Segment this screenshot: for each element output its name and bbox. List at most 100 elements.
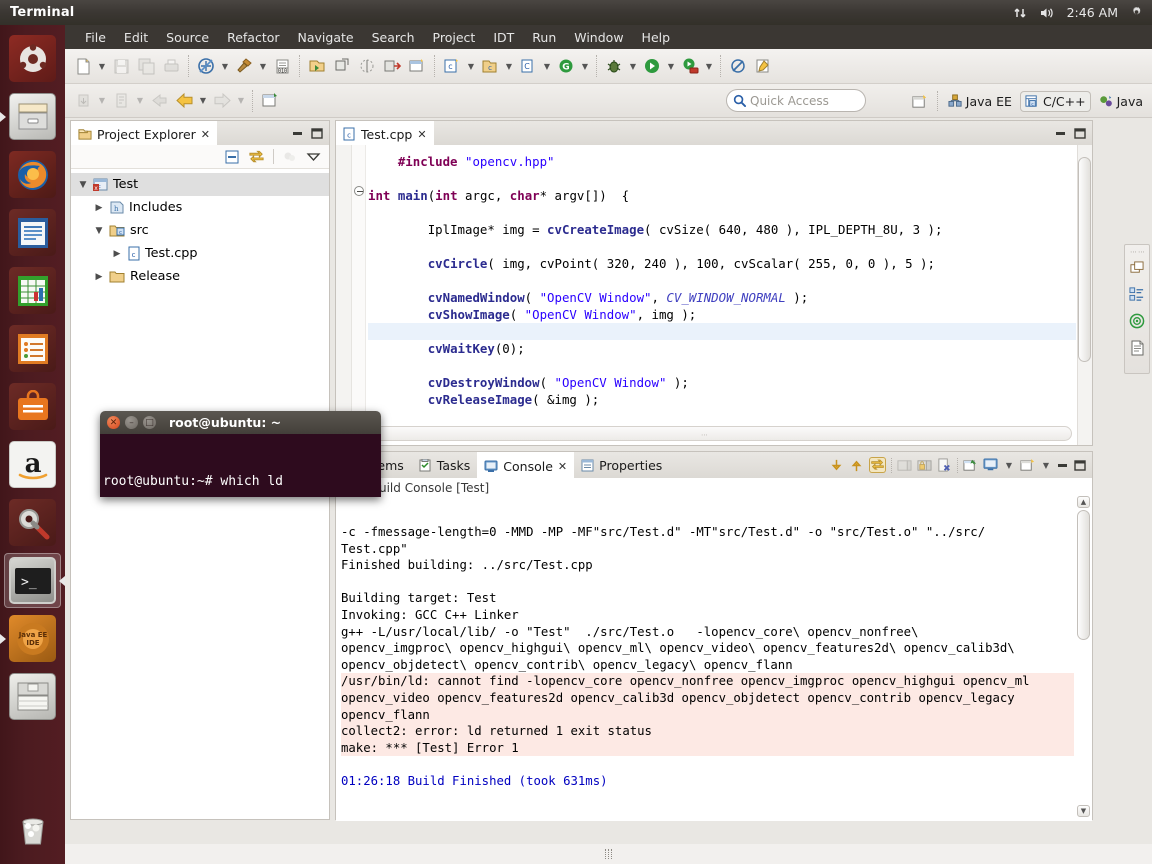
launcher-item-ubuntu-software[interactable] xyxy=(4,379,61,434)
resize-grip[interactable] xyxy=(608,849,609,859)
tree-item-includes[interactable]: ▶ h Includes xyxy=(71,196,329,219)
menu-window[interactable]: Window xyxy=(565,28,632,47)
debug-dropdown-icon[interactable]: ▼ xyxy=(627,55,639,77)
scroll-down-icon[interactable] xyxy=(829,458,844,473)
twisty-closed-icon[interactable]: ▶ xyxy=(93,272,105,282)
menu-search[interactable]: Search xyxy=(363,28,424,47)
tab-console[interactable]: Console ✕ xyxy=(477,452,575,478)
fold-collapse-icon[interactable] xyxy=(354,186,364,196)
terminal-output[interactable]: root@ubuntu:~# which ld /usr/bin/ld root… xyxy=(100,434,381,600)
edit-icon[interactable] xyxy=(751,54,775,78)
maximize-icon[interactable]: □ xyxy=(143,416,156,429)
launcher-item-files[interactable] xyxy=(4,89,61,144)
launcher-item-amazon[interactable]: a xyxy=(4,437,61,492)
document-icon[interactable] xyxy=(1130,340,1145,356)
resize-grip[interactable] xyxy=(611,849,612,859)
clock[interactable]: 2:46 AM xyxy=(1067,5,1118,20)
menu-edit[interactable]: Edit xyxy=(115,28,157,47)
quick-access-input[interactable]: Quick Access xyxy=(750,94,829,108)
launcher-item-terminal[interactable]: >_ xyxy=(4,553,61,608)
maximize-icon[interactable] xyxy=(1074,127,1086,139)
tree-item-test[interactable]: ▼ cx Test xyxy=(71,173,329,196)
console-vertical-scrollbar[interactable]: ▲ ▼ xyxy=(1077,496,1090,817)
external-tools-dropdown-icon[interactable]: ▼ xyxy=(703,55,715,77)
minimize-icon[interactable]: – xyxy=(125,416,138,429)
new-cpp-dropdown-icon[interactable]: ▼ xyxy=(503,55,515,77)
launcher-item-trash[interactable] xyxy=(4,802,61,857)
editor-vertical-scrollbar[interactable] xyxy=(1078,157,1091,419)
open-element-icon[interactable] xyxy=(305,54,329,78)
volume-icon[interactable] xyxy=(1039,6,1056,20)
display-console-icon[interactable] xyxy=(983,458,998,472)
twisty-closed-icon[interactable]: ▶ xyxy=(111,249,123,259)
scroll-up-icon[interactable] xyxy=(849,458,864,473)
tab-properties[interactable]: Properties xyxy=(574,452,669,478)
menu-file[interactable]: File xyxy=(76,28,115,47)
launcher-item-libreoffice-calc[interactable] xyxy=(4,263,61,318)
new-source-file-icon[interactable]: G xyxy=(554,54,578,78)
terminal-titlebar[interactable]: ✕ – □ root@ubuntu: ~ xyxy=(100,411,381,434)
close-icon[interactable]: ✕ xyxy=(417,128,426,141)
menu-idt[interactable]: IDT xyxy=(484,28,523,47)
new-icon[interactable] xyxy=(71,54,95,78)
open-perspective-icon[interactable] xyxy=(258,89,282,113)
new-source-dropdown-icon[interactable]: ▼ xyxy=(579,55,591,77)
target-icon[interactable] xyxy=(1129,313,1145,329)
twisty-open-icon[interactable]: ▼ xyxy=(77,180,89,190)
menu-help[interactable]: Help xyxy=(633,28,680,47)
new-class-icon[interactable]: C xyxy=(516,54,540,78)
launcher-item-libreoffice-impress[interactable] xyxy=(4,321,61,376)
console-output[interactable]: -c -fmessage-length=0 -MMD -MP -MF"src/T… xyxy=(341,524,1074,813)
new-class-dropdown-icon[interactable]: ▼ xyxy=(541,55,553,77)
close-icon[interactable]: ✕ xyxy=(107,416,120,429)
open-perspective-button[interactable] xyxy=(908,89,932,113)
maximize-icon[interactable] xyxy=(311,127,323,139)
maximize-icon[interactable] xyxy=(1074,459,1086,471)
new-cpp-class-icon[interactable]: c xyxy=(478,54,502,78)
new-console-dropdown-icon[interactable]: ▼ xyxy=(1040,454,1052,476)
debug-icon[interactable] xyxy=(602,54,626,78)
build-hammer-icon[interactable] xyxy=(232,54,256,78)
editor-horizontal-scrollbar[interactable]: ⋯ xyxy=(340,426,1072,441)
menu-navigate[interactable]: Navigate xyxy=(289,28,363,47)
back-icon[interactable] xyxy=(172,89,196,113)
build-all-icon[interactable] xyxy=(194,54,218,78)
pin-console-icon[interactable] xyxy=(963,458,978,473)
toggle-breakpoint-icon[interactable] xyxy=(330,54,354,78)
close-icon[interactable]: ✕ xyxy=(201,128,210,141)
launcher-item-libreoffice-writer[interactable] xyxy=(4,205,61,260)
minimize-icon[interactable] xyxy=(1057,460,1069,471)
drag-handle[interactable]: ⋯⋯ xyxy=(1130,248,1146,256)
tab-test-cpp[interactable]: c Test.cpp ✕ xyxy=(336,121,434,145)
build-dropdown-icon[interactable]: ▼ xyxy=(257,55,269,77)
run-icon[interactable] xyxy=(640,54,664,78)
perspective-c-cpp[interactable]: c C/C++ xyxy=(1019,90,1091,112)
new-dropdown-icon[interactable]: ▼ xyxy=(96,55,108,77)
tree-item-test-cpp[interactable]: ▶ c Test.cpp xyxy=(71,242,329,265)
tab-project-explorer[interactable]: Project Explorer ✕ xyxy=(71,121,218,145)
launcher-item-system-settings[interactable] xyxy=(4,495,61,550)
view-menu-icon[interactable] xyxy=(306,151,321,163)
new-c-dropdown-icon[interactable]: ▼ xyxy=(465,55,477,77)
skip-breakpoints-icon[interactable] xyxy=(726,54,750,78)
binary-icon[interactable]: 010 xyxy=(270,54,294,78)
resize-grip[interactable] xyxy=(605,849,606,859)
export-icon[interactable] xyxy=(380,54,404,78)
new-console-icon[interactable] xyxy=(1020,458,1035,473)
restore-icon[interactable] xyxy=(1130,261,1144,275)
tree-item-release[interactable]: ▶ Release xyxy=(71,265,329,288)
back-dropdown-icon[interactable]: ▼ xyxy=(197,90,209,112)
run-dropdown-icon[interactable]: ▼ xyxy=(665,55,677,77)
minimize-icon[interactable] xyxy=(1055,128,1067,139)
editor-code[interactable]: #include "opencv.hpp" int main(int argc,… xyxy=(368,145,1076,445)
minimize-icon[interactable] xyxy=(292,128,304,139)
quick-access-box[interactable]: Quick Access xyxy=(726,89,866,112)
menu-run[interactable]: Run xyxy=(523,28,565,47)
menu-refactor[interactable]: Refactor xyxy=(218,28,288,47)
terminal-window[interactable]: ✕ – □ root@ubuntu: ~ root@ubuntu:~# whic… xyxy=(100,411,381,600)
twisty-open-icon[interactable]: ▼ xyxy=(93,226,105,236)
new-c-project-icon[interactable]: c xyxy=(440,54,464,78)
launcher-item-firefox[interactable] xyxy=(4,147,61,202)
display-dropdown-icon[interactable]: ▼ xyxy=(1003,454,1015,476)
perspective-java[interactable]: Java xyxy=(1094,91,1148,112)
